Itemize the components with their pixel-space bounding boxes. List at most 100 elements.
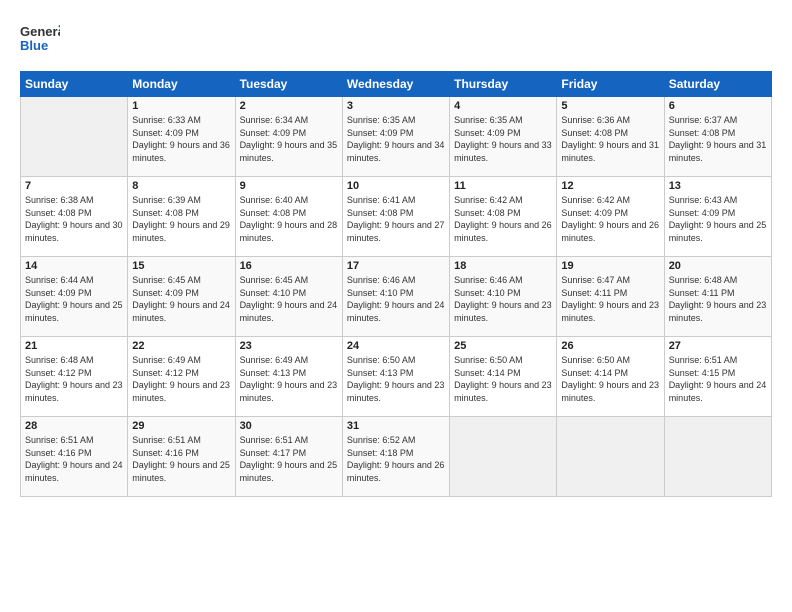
weekday-header-row: Sunday Monday Tuesday Wednesday Thursday… xyxy=(21,72,772,97)
day-detail: Sunrise: 6:49 AMSunset: 4:12 PMDaylight:… xyxy=(132,354,230,404)
day-detail: Sunrise: 6:34 AMSunset: 4:09 PMDaylight:… xyxy=(240,114,338,164)
day-number: 29 xyxy=(132,420,230,432)
header-saturday: Saturday xyxy=(664,72,771,97)
day-number: 14 xyxy=(25,260,123,272)
day-number: 4 xyxy=(454,100,552,112)
day-number: 6 xyxy=(669,100,767,112)
day-number: 23 xyxy=(240,340,338,352)
day-number: 22 xyxy=(132,340,230,352)
day-detail: Sunrise: 6:50 AMSunset: 4:13 PMDaylight:… xyxy=(347,354,445,404)
calendar-week-row: 1 Sunrise: 6:33 AMSunset: 4:09 PMDaylight… xyxy=(21,97,772,177)
day-number: 2 xyxy=(240,100,338,112)
day-number: 5 xyxy=(561,100,659,112)
calendar-cell: 2 Sunrise: 6:34 AMSunset: 4:09 PMDaylight… xyxy=(235,97,342,177)
day-detail: Sunrise: 6:46 AMSunset: 4:10 PMDaylight:… xyxy=(454,274,552,324)
svg-text:General: General xyxy=(20,24,60,39)
day-detail: Sunrise: 6:42 AMSunset: 4:08 PMDaylight:… xyxy=(454,194,552,244)
day-detail: Sunrise: 6:35 AMSunset: 4:09 PMDaylight:… xyxy=(454,114,552,164)
day-number: 7 xyxy=(25,180,123,192)
calendar-cell xyxy=(664,417,771,497)
day-number: 26 xyxy=(561,340,659,352)
calendar-cell: 21 Sunrise: 6:48 AMSunset: 4:12 PMDayligh… xyxy=(21,337,128,417)
calendar-cell: 20 Sunrise: 6:48 AMSunset: 4:11 PMDayligh… xyxy=(664,257,771,337)
day-number: 30 xyxy=(240,420,338,432)
logo: General Blue xyxy=(20,18,60,63)
day-detail: Sunrise: 6:49 AMSunset: 4:13 PMDaylight:… xyxy=(240,354,338,404)
day-number: 31 xyxy=(347,420,445,432)
day-detail: Sunrise: 6:45 AMSunset: 4:10 PMDaylight:… xyxy=(240,274,338,324)
day-number: 17 xyxy=(347,260,445,272)
header: General Blue xyxy=(20,18,772,63)
day-detail: Sunrise: 6:43 AMSunset: 4:09 PMDaylight:… xyxy=(669,194,767,244)
day-number: 20 xyxy=(669,260,767,272)
header-wednesday: Wednesday xyxy=(342,72,449,97)
calendar-cell: 22 Sunrise: 6:49 AMSunset: 4:12 PMDayligh… xyxy=(128,337,235,417)
calendar-week-row: 14 Sunrise: 6:44 AMSunset: 4:09 PMDayligh… xyxy=(21,257,772,337)
calendar-cell xyxy=(557,417,664,497)
calendar-cell: 8 Sunrise: 6:39 AMSunset: 4:08 PMDaylight… xyxy=(128,177,235,257)
day-detail: Sunrise: 6:51 AMSunset: 4:17 PMDaylight:… xyxy=(240,434,338,484)
header-friday: Friday xyxy=(557,72,664,97)
day-detail: Sunrise: 6:50 AMSunset: 4:14 PMDaylight:… xyxy=(561,354,659,404)
day-detail: Sunrise: 6:33 AMSunset: 4:09 PMDaylight:… xyxy=(132,114,230,164)
day-number: 24 xyxy=(347,340,445,352)
calendar-cell: 12 Sunrise: 6:42 AMSunset: 4:09 PMDayligh… xyxy=(557,177,664,257)
calendar-week-row: 28 Sunrise: 6:51 AMSunset: 4:16 PMDayligh… xyxy=(21,417,772,497)
day-detail: Sunrise: 6:38 AMSunset: 4:08 PMDaylight:… xyxy=(25,194,123,244)
calendar-cell: 29Sunrise: 6:51 AMSunset: 4:16 PMDayligh… xyxy=(128,417,235,497)
calendar-cell: 7 Sunrise: 6:38 AMSunset: 4:08 PMDaylight… xyxy=(21,177,128,257)
calendar-cell: 31Sunrise: 6:52 AMSunset: 4:18 PMDayligh… xyxy=(342,417,449,497)
day-detail: Sunrise: 6:48 AMSunset: 4:11 PMDaylight:… xyxy=(669,274,767,324)
day-number: 11 xyxy=(454,180,552,192)
day-number: 15 xyxy=(132,260,230,272)
calendar-cell: 1 Sunrise: 6:33 AMSunset: 4:09 PMDaylight… xyxy=(128,97,235,177)
calendar-cell: 15 Sunrise: 6:45 AMSunset: 4:09 PMDayligh… xyxy=(128,257,235,337)
day-detail: Sunrise: 6:51 AMSunset: 4:16 PMDaylight:… xyxy=(25,434,123,484)
logo-icon: General Blue xyxy=(20,18,60,63)
calendar-cell: 11 Sunrise: 6:42 AMSunset: 4:08 PMDayligh… xyxy=(450,177,557,257)
calendar-cell: 24 Sunrise: 6:50 AMSunset: 4:13 PMDayligh… xyxy=(342,337,449,417)
calendar-cell: 3Sunrise: 6:35 AMSunset: 4:09 PMDaylight… xyxy=(342,97,449,177)
day-number: 3 xyxy=(347,100,445,112)
svg-text:Blue: Blue xyxy=(20,38,48,53)
calendar-cell: 26 Sunrise: 6:50 AMSunset: 4:14 PMDayligh… xyxy=(557,337,664,417)
calendar-cell: 23 Sunrise: 6:49 AMSunset: 4:13 PMDayligh… xyxy=(235,337,342,417)
day-detail: Sunrise: 6:47 AMSunset: 4:11 PMDaylight:… xyxy=(561,274,659,324)
day-detail: Sunrise: 6:45 AMSunset: 4:09 PMDaylight:… xyxy=(132,274,230,324)
calendar-cell: 19Sunrise: 6:47 AMSunset: 4:11 PMDayligh… xyxy=(557,257,664,337)
day-detail: Sunrise: 6:48 AMSunset: 4:12 PMDaylight:… xyxy=(25,354,123,404)
calendar-cell: 27 Sunrise: 6:51 AMSunset: 4:15 PMDayligh… xyxy=(664,337,771,417)
calendar-table: Sunday Monday Tuesday Wednesday Thursday… xyxy=(20,71,772,497)
day-number: 12 xyxy=(561,180,659,192)
day-number: 13 xyxy=(669,180,767,192)
day-detail: Sunrise: 6:41 AMSunset: 4:08 PMDaylight:… xyxy=(347,194,445,244)
calendar-cell xyxy=(450,417,557,497)
calendar-cell: 16Sunrise: 6:45 AMSunset: 4:10 PMDayligh… xyxy=(235,257,342,337)
calendar-cell: 13 Sunrise: 6:43 AMSunset: 4:09 PMDayligh… xyxy=(664,177,771,257)
calendar-cell xyxy=(21,97,128,177)
calendar-cell: 17Sunrise: 6:46 AMSunset: 4:10 PMDayligh… xyxy=(342,257,449,337)
day-detail: Sunrise: 6:39 AMSunset: 4:08 PMDaylight:… xyxy=(132,194,230,244)
calendar-week-row: 7 Sunrise: 6:38 AMSunset: 4:08 PMDaylight… xyxy=(21,177,772,257)
calendar-cell: 5Sunrise: 6:36 AMSunset: 4:08 PMDaylight… xyxy=(557,97,664,177)
calendar-cell: 25Sunrise: 6:50 AMSunset: 4:14 PMDayligh… xyxy=(450,337,557,417)
day-detail: Sunrise: 6:37 AMSunset: 4:08 PMDaylight:… xyxy=(669,114,767,164)
day-number: 10 xyxy=(347,180,445,192)
day-detail: Sunrise: 6:51 AMSunset: 4:15 PMDaylight:… xyxy=(669,354,767,404)
day-number: 1 xyxy=(132,100,230,112)
page: General Blue Sunday Monday Tuesday Wedne… xyxy=(0,0,792,612)
day-number: 27 xyxy=(669,340,767,352)
calendar-cell: 30 Sunrise: 6:51 AMSunset: 4:17 PMDayligh… xyxy=(235,417,342,497)
day-number: 28 xyxy=(25,420,123,432)
header-thursday: Thursday xyxy=(450,72,557,97)
calendar-cell: 9Sunrise: 6:40 AMSunset: 4:08 PMDaylight… xyxy=(235,177,342,257)
calendar-cell: 10 Sunrise: 6:41 AMSunset: 4:08 PMDayligh… xyxy=(342,177,449,257)
header-sunday: Sunday xyxy=(21,72,128,97)
day-detail: Sunrise: 6:44 AMSunset: 4:09 PMDaylight:… xyxy=(25,274,123,324)
day-number: 21 xyxy=(25,340,123,352)
calendar-cell: 18Sunrise: 6:46 AMSunset: 4:10 PMDayligh… xyxy=(450,257,557,337)
day-detail: Sunrise: 6:42 AMSunset: 4:09 PMDaylight:… xyxy=(561,194,659,244)
header-tuesday: Tuesday xyxy=(235,72,342,97)
day-number: 8 xyxy=(132,180,230,192)
calendar-cell: 4 Sunrise: 6:35 AMSunset: 4:09 PMDaylight… xyxy=(450,97,557,177)
